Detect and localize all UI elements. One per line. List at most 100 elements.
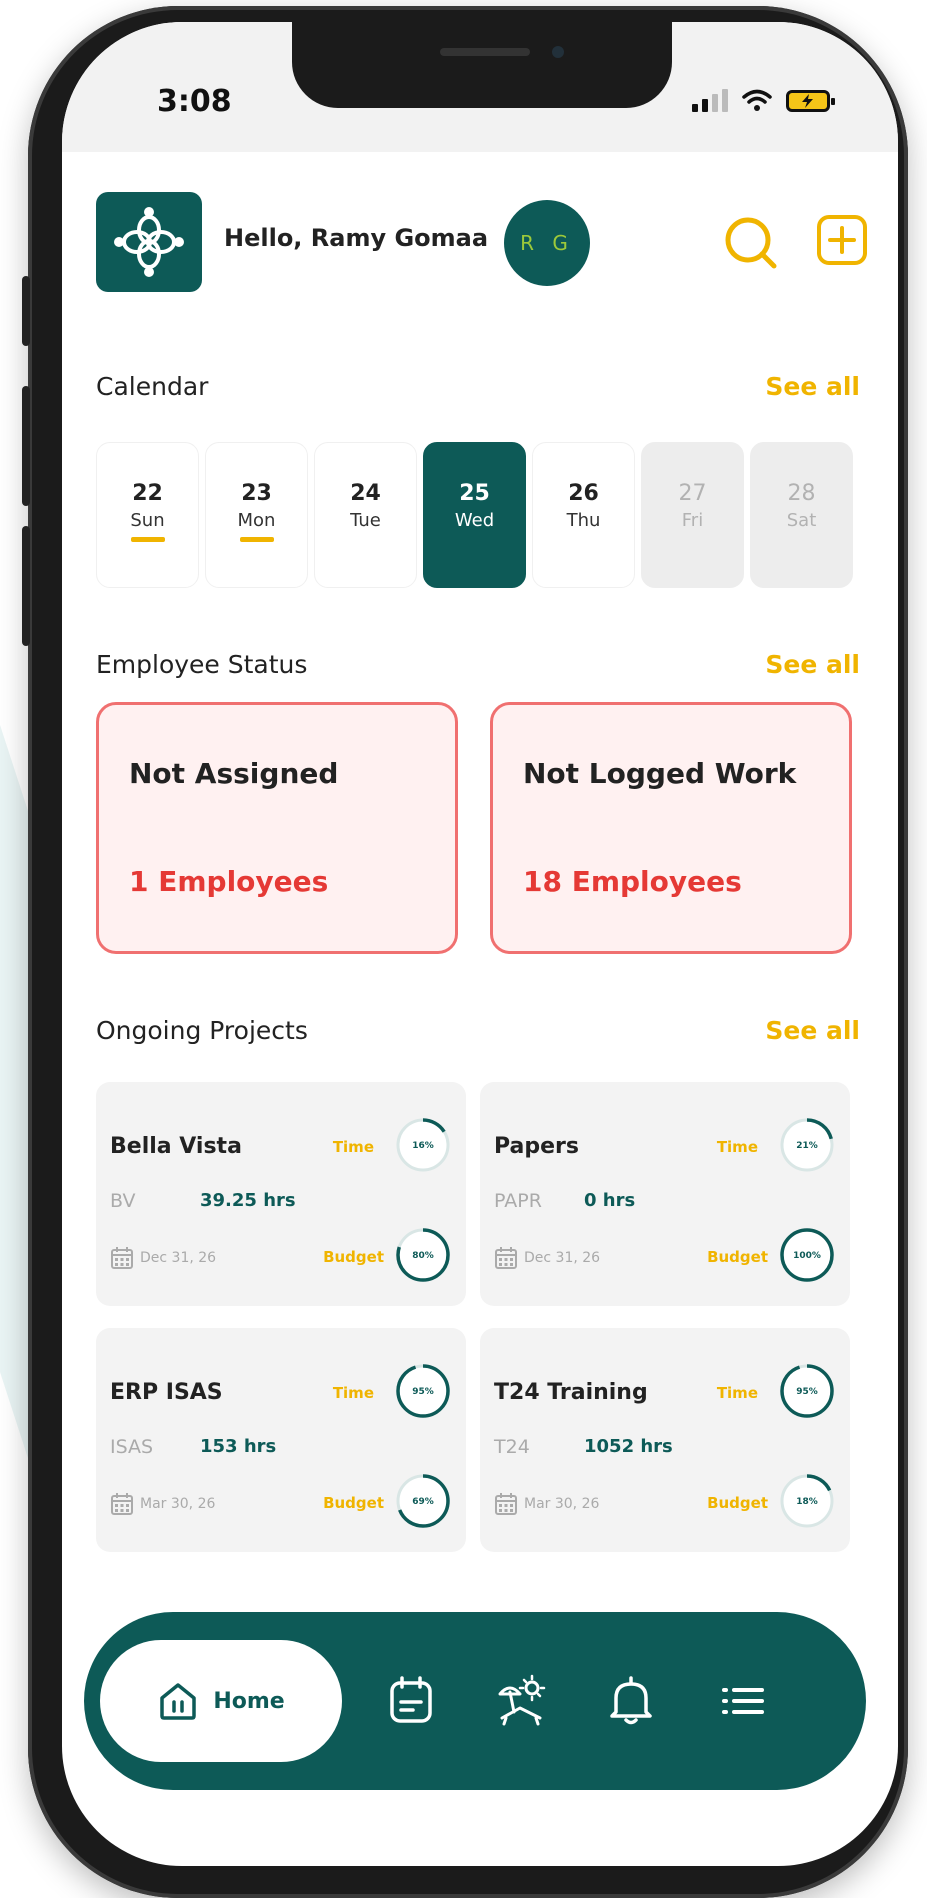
nav-home-button[interactable]: Home: [100, 1640, 342, 1762]
vacation-icon[interactable]: [494, 1674, 548, 1728]
mute-switch: [22, 276, 30, 346]
status-time: 3:08: [157, 84, 232, 119]
project-hours: 1052 hrs: [584, 1436, 673, 1457]
status-icons: [692, 88, 835, 112]
add-icon[interactable]: [816, 214, 868, 266]
home-icon: [160, 1683, 197, 1720]
signal-icon: [692, 89, 728, 112]
day-number: 24: [350, 481, 381, 506]
budget-label: Budget: [323, 1494, 384, 1512]
project-date: Mar 30, 26: [140, 1496, 216, 1512]
calendar-day-sun[interactable]: 22 Sun: [96, 442, 199, 588]
time-label: Time: [716, 1384, 758, 1402]
day-name: Sat: [786, 510, 817, 531]
project-name: ERP ISAS: [110, 1380, 223, 1405]
progress-value: 100%: [793, 1251, 821, 1261]
calendar-see-all-link[interactable]: See all: [765, 372, 860, 401]
calendar-day-sat[interactable]: 28 Sat: [750, 442, 853, 588]
status-card-not-logged-work[interactable]: Not Logged Work 18 Employees: [490, 702, 852, 954]
app-screen: 3:08 Hello, Ramy Gomaa R G Calendar See …: [62, 22, 898, 1866]
calendar-day-mon[interactable]: 23 Mon: [205, 442, 308, 588]
time-label: Time: [332, 1384, 374, 1402]
progress-value: 16%: [412, 1141, 434, 1151]
calendar-small-icon: [111, 1493, 133, 1515]
time-label: Time: [332, 1138, 374, 1156]
status-card-title: Not Assigned: [129, 757, 339, 790]
project-code: ISAS: [110, 1436, 154, 1458]
employee-status-title: Employee Status: [96, 650, 308, 679]
progress-value: 69%: [412, 1497, 434, 1507]
project-name: T24 Training: [494, 1380, 648, 1405]
day-name: Fri: [681, 510, 704, 531]
time-label: Time: [716, 1138, 758, 1156]
front-camera: [552, 46, 564, 58]
calendar-day-wed[interactable]: 25 Wed: [423, 442, 526, 588]
bell-icon[interactable]: [604, 1674, 658, 1728]
project-deadline: Mar 30, 26: [494, 1492, 599, 1516]
progress-value: 95%: [796, 1387, 818, 1397]
budget-progress-ring: 80%: [396, 1228, 450, 1282]
calendar-day-thu[interactable]: 26 Thu: [532, 442, 635, 588]
project-card[interactable]: T24 Training T24 1052 hrs Mar 30, 26 Time Bud…: [480, 1328, 850, 1552]
day-marker: [239, 537, 274, 542]
status-card-title: Not Logged Work: [523, 757, 797, 790]
wifi-icon: [742, 89, 772, 111]
project-deadline: Mar 30, 26: [110, 1492, 215, 1516]
project-deadline: Dec 31, 26: [110, 1246, 216, 1270]
project-date: Dec 31, 26: [140, 1250, 217, 1266]
avatar[interactable]: R G: [504, 200, 590, 286]
budget-label: Budget: [323, 1248, 384, 1266]
budget-label: Budget: [707, 1494, 768, 1512]
project-name: Bella Vista: [110, 1134, 242, 1159]
calendar-day-fri[interactable]: 27 Fri: [641, 442, 744, 588]
menu-icon[interactable]: [716, 1674, 770, 1728]
battery-icon: [786, 90, 835, 112]
day-name: Thu: [566, 510, 601, 531]
day-number: 28: [787, 481, 816, 506]
project-hours: 0 hrs: [584, 1190, 636, 1211]
status-card-count: 18 Employees: [523, 865, 742, 898]
app-logo[interactable]: [96, 192, 202, 292]
bottom-navigation: Home: [84, 1612, 866, 1790]
nav-home-label: Home: [213, 1688, 285, 1714]
time-progress-ring: 95%: [780, 1364, 834, 1418]
time-progress-ring: 16%: [396, 1118, 450, 1172]
day-number: 26: [568, 481, 599, 506]
status-card-count: 1 Employees: [129, 865, 329, 898]
day-number: 23: [241, 481, 272, 506]
calendar-small-icon: [495, 1247, 517, 1269]
progress-value: 95%: [412, 1387, 434, 1397]
calendar-title: Calendar: [96, 372, 209, 401]
day-number: 22: [132, 481, 163, 506]
calendar-small-icon: [495, 1493, 517, 1515]
project-card[interactable]: ERP ISAS ISAS 153 hrs Mar 30, 26 Time Budget 9…: [96, 1328, 466, 1552]
calendar-day-tue[interactable]: 24 Tue: [314, 442, 417, 588]
project-date: Dec 31, 26: [524, 1250, 601, 1266]
budget-label: Budget: [707, 1248, 768, 1266]
project-date: Mar 30, 26: [524, 1496, 600, 1512]
search-icon[interactable]: [722, 214, 782, 274]
project-name: Papers: [494, 1134, 579, 1159]
progress-value: 80%: [412, 1251, 434, 1261]
project-card[interactable]: Bella Vista BV 39.25 hrs Dec 31, 26 Time Budg…: [96, 1082, 466, 1306]
employee-status-see-all-link[interactable]: See all: [765, 650, 860, 679]
budget-progress-ring: 18%: [780, 1474, 834, 1528]
budget-progress-ring: 69%: [396, 1474, 450, 1528]
project-hours: 39.25 hrs: [200, 1190, 296, 1211]
status-card-not-assigned[interactable]: Not Assigned 1 Employees: [96, 702, 458, 954]
day-name: Tue: [350, 510, 381, 531]
calendar-icon[interactable]: [384, 1674, 438, 1728]
project-hours: 153 hrs: [200, 1436, 277, 1457]
project-deadline: Dec 31, 26: [494, 1246, 600, 1270]
ongoing-projects-see-all-link[interactable]: See all: [765, 1016, 860, 1045]
volume-down-button: [22, 526, 30, 646]
speaker: [440, 48, 530, 56]
progress-value: 18%: [796, 1497, 818, 1507]
project-card[interactable]: Papers PAPR 0 hrs Dec 31, 26 Time Budget 21% 10…: [480, 1082, 850, 1306]
project-code: PAPR: [494, 1190, 542, 1212]
time-progress-ring: 95%: [396, 1364, 450, 1418]
progress-value: 21%: [796, 1141, 818, 1151]
greeting-text: Hello, Ramy Gomaa: [224, 224, 489, 252]
day-number: 25: [459, 481, 490, 506]
budget-progress-ring: 100%: [780, 1228, 834, 1282]
